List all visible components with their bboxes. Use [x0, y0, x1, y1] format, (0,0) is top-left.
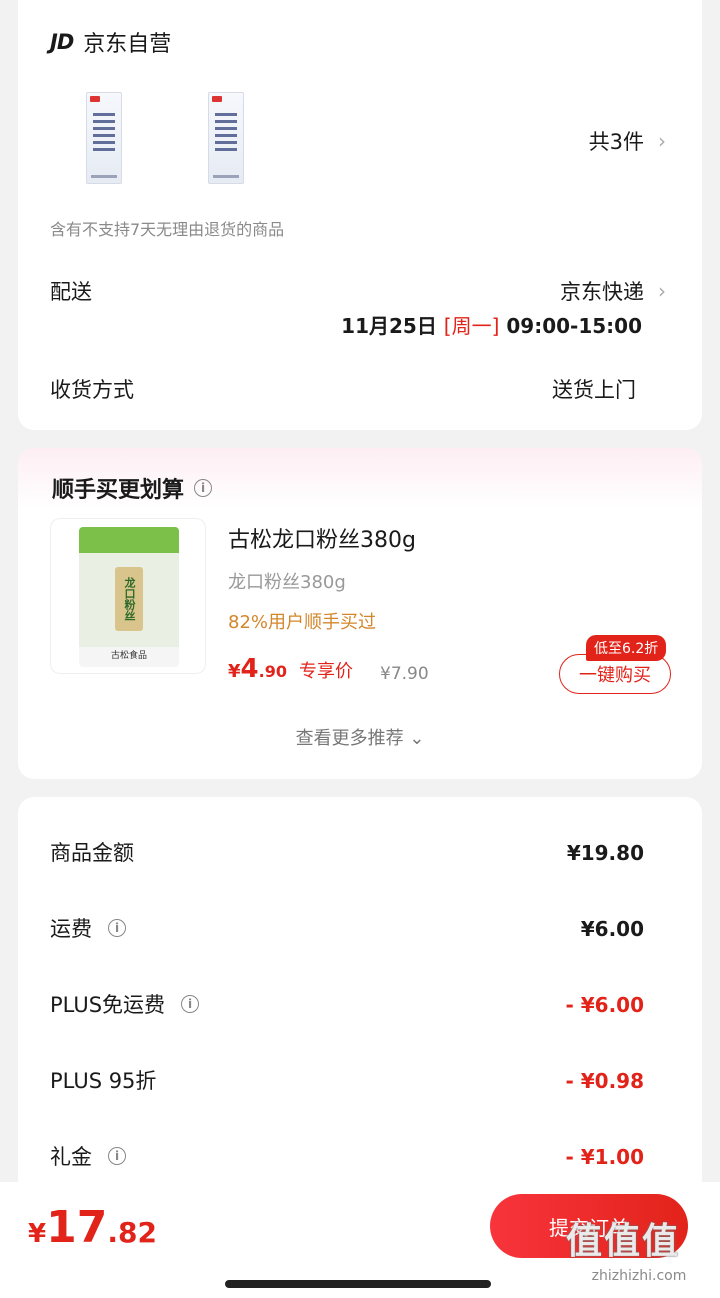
total-decimal: .82: [107, 1216, 157, 1249]
info-icon[interactable]: i: [108, 919, 126, 937]
store-card: JD 京东自营 共3件 › 含有不支持7天无理由退货的商品 配送 京东快递 › …: [18, 0, 702, 430]
milk-carton-image: [208, 92, 244, 184]
watermark: 值值值 zhizhizhi.com: [566, 1212, 712, 1294]
plus-discount-label: PLUS 95折: [50, 1065, 156, 1095]
plus-free-shipping-label: PLUS免运费 i: [50, 989, 200, 1019]
store-header[interactable]: JD 京东自营: [50, 26, 171, 58]
delivery-date: 11月25日: [341, 314, 437, 338]
discount-badge: 低至6.2折: [586, 635, 667, 661]
delivery-time: 11月25日 [周一] 09:00-15:00: [341, 310, 642, 339]
recommend-price: ¥ 4 .90 专享价: [228, 654, 353, 684]
chevron-right-icon: ›: [658, 129, 666, 153]
total-integer: 17: [46, 1202, 108, 1253]
gift-money-text: 礼金: [50, 1145, 92, 1169]
subtotal-label-text: 商品金额: [50, 841, 134, 865]
chevron-right-icon: ›: [658, 279, 666, 303]
plus-discount-text: PLUS 95折: [50, 1069, 157, 1093]
noodle-package-image: 龙口粉丝 古松食品: [79, 527, 179, 667]
watermark-url: zhizhizhi.com: [591, 1268, 687, 1284]
shipping-value: ¥6.00: [580, 917, 644, 941]
shipping-label-text: 运费: [50, 917, 92, 941]
original-price: ¥7.90: [380, 664, 429, 684]
recommend-title-text: 顺手买更划算: [52, 478, 185, 503]
home-indicator[interactable]: [225, 1280, 491, 1288]
recommend-product-name[interactable]: 古松龙口粉丝380g: [228, 522, 416, 554]
info-icon[interactable]: i: [194, 479, 213, 497]
plus-discount-value: - ¥0.98: [565, 1069, 644, 1093]
more-recommendations-link[interactable]: 查看更多推荐 ⌄: [18, 724, 702, 750]
recommend-title: 顺手买更划算 i: [52, 472, 213, 504]
subtotal-value: ¥19.80: [566, 841, 644, 865]
receive-method-text: 送货上门: [552, 378, 636, 402]
recommend-card: 顺手买更划算 i 龙口粉丝 古松食品 古松龙口粉丝380g 龙口粉丝380g 8…: [18, 448, 702, 779]
jd-logo: JD: [50, 30, 74, 54]
package-brand: 古松食品: [110, 651, 147, 661]
info-icon[interactable]: i: [108, 1147, 126, 1165]
price-decimal: .90: [258, 662, 287, 681]
price-tag: 专享价: [298, 661, 353, 682]
total-price: ¥ 17 .82: [28, 1202, 157, 1253]
shipping-label: 运费 i: [50, 913, 126, 943]
watermark-logo: 值值值: [566, 1221, 681, 1262]
receive-method-label: 收货方式: [50, 378, 134, 402]
item-count-link[interactable]: 共3件 ›: [589, 126, 666, 156]
recommend-product-sub: 龙口粉丝380g: [228, 572, 346, 593]
info-icon[interactable]: i: [181, 995, 200, 1013]
total-currency: ¥: [28, 1219, 47, 1249]
price-currency: ¥: [228, 661, 241, 682]
package-label: 龙口粉丝: [115, 567, 143, 631]
plus-free-shipping-text: PLUS免运费: [50, 993, 166, 1017]
subtotal-label: 商品金额: [50, 837, 134, 867]
delivery-selector[interactable]: 京东快递 ›: [560, 276, 666, 306]
plus-free-shipping-value: - ¥6.00: [565, 993, 644, 1017]
return-policy-note: 含有不支持7天无理由退货的商品: [50, 220, 285, 239]
product-thumbnail-1[interactable]: [82, 92, 126, 184]
price-integer: 4: [240, 654, 259, 684]
delivery-window: 09:00-15:00: [506, 314, 642, 338]
receive-method-value[interactable]: 送货上门: [552, 374, 636, 404]
gift-money-value: - ¥1.00: [565, 1145, 644, 1169]
store-name: 京东自营: [83, 32, 172, 57]
milk-carton-image: [86, 92, 122, 184]
delivery-weekday: [周一]: [443, 314, 500, 338]
recommend-bought-note: 82%用户顺手买过: [228, 612, 377, 633]
item-count: 共3件: [588, 130, 644, 154]
delivery-value: 京东快递: [560, 280, 644, 304]
delivery-label: 配送: [50, 280, 92, 304]
gift-money-label: 礼金 i: [50, 1141, 126, 1171]
product-thumbnail-2[interactable]: [204, 92, 248, 184]
recommend-product-image[interactable]: 龙口粉丝 古松食品: [50, 518, 206, 674]
